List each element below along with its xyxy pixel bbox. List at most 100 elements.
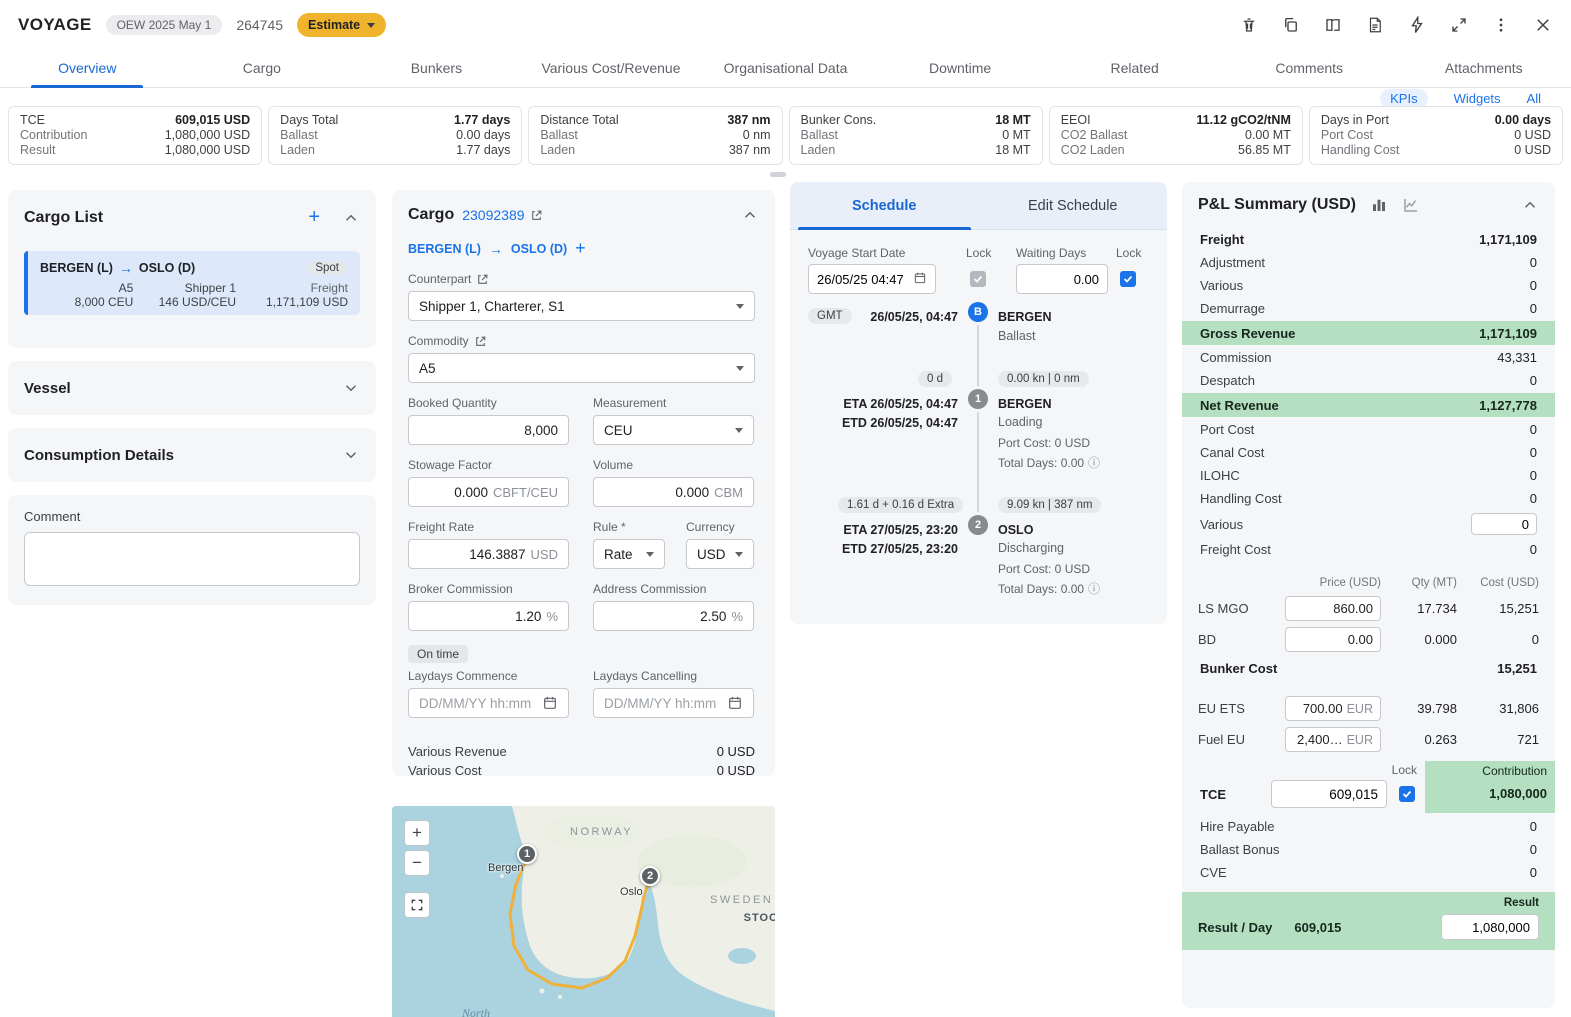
tab-edit-schedule[interactable]: Edit Schedule bbox=[979, 182, 1168, 229]
route-load-link[interactable]: BERGEN (L) bbox=[408, 242, 481, 256]
commodity-select[interactable]: A5 bbox=[408, 353, 755, 383]
kpi-label: Contribution bbox=[20, 128, 87, 143]
tab-schedule[interactable]: Schedule bbox=[790, 182, 979, 229]
bunker-col-cost: Cost (USD) bbox=[1457, 577, 1539, 589]
rule-select[interactable]: Rate bbox=[593, 539, 665, 569]
add-cargo-button[interactable]: + bbox=[308, 206, 320, 229]
calendar-icon[interactable] bbox=[542, 695, 558, 711]
calendar-icon[interactable] bbox=[727, 695, 743, 711]
measurement-select[interactable]: CEU bbox=[593, 415, 754, 445]
tce-input[interactable] bbox=[1271, 780, 1387, 808]
eu-price-input[interactable]: 700.00EUR bbox=[1285, 696, 1381, 721]
volume-input[interactable]: 0.000CBM bbox=[593, 477, 754, 507]
close-icon[interactable] bbox=[1533, 15, 1553, 35]
waiting-days-input[interactable] bbox=[1016, 264, 1108, 294]
laydays-cancelling-input[interactable]: DD/MM/YY hh:mm bbox=[593, 688, 754, 718]
currency-select[interactable]: USD bbox=[686, 539, 754, 569]
freight-rate-input[interactable]: 146.3887USD bbox=[408, 539, 569, 569]
waiting-days-value[interactable] bbox=[1025, 272, 1099, 287]
tab-cargo[interactable]: Cargo bbox=[175, 48, 350, 87]
bunker-price-input[interactable]: 0.00 bbox=[1285, 627, 1381, 652]
map-fullscreen-button[interactable] bbox=[404, 892, 430, 918]
external-link-icon[interactable] bbox=[476, 273, 489, 286]
more-icon[interactable] bbox=[1491, 15, 1511, 35]
commodity-label: Commodity bbox=[408, 334, 469, 348]
tab-downtime[interactable]: Downtime bbox=[873, 48, 1048, 87]
calendar-icon[interactable] bbox=[913, 271, 927, 287]
info-icon[interactable]: ⓘ bbox=[1088, 582, 1100, 596]
chevron-down-icon[interactable] bbox=[342, 446, 360, 464]
bunker-cost-label: Bunker Cost bbox=[1200, 661, 1277, 676]
comment-textarea[interactable] bbox=[24, 532, 360, 586]
pnl-row-value: 0 bbox=[1530, 373, 1537, 388]
cargo-list-item[interactable]: BERGEN (L) → OSLO (D) Spot A5 Shipper 1 … bbox=[24, 251, 360, 315]
link-widgets[interactable]: Widgets bbox=[1454, 91, 1501, 106]
chevron-up-icon[interactable] bbox=[1521, 196, 1539, 214]
laydays-commence-input[interactable]: DD/MM/YY hh:mm bbox=[408, 688, 569, 718]
map-zoom-out-button[interactable]: − bbox=[404, 850, 430, 876]
lock-label: Lock bbox=[966, 246, 991, 260]
link-all[interactable]: All bbox=[1527, 91, 1541, 106]
address-commission-input[interactable]: 2.50% bbox=[593, 601, 754, 631]
stowage-factor-input[interactable]: 0.000CBFT/CEU bbox=[408, 477, 569, 507]
tce-value[interactable] bbox=[1271, 780, 1387, 808]
tce-lock-checkbox[interactable] bbox=[1399, 786, 1415, 802]
broker-commission-input[interactable]: 1.20% bbox=[408, 601, 569, 631]
tab-various-cost-revenue[interactable]: Various Cost/Revenue bbox=[524, 48, 699, 87]
tab-related[interactable]: Related bbox=[1047, 48, 1222, 87]
chevron-up-icon[interactable] bbox=[342, 209, 360, 227]
book-icon[interactable] bbox=[1323, 15, 1343, 35]
result-total-input[interactable] bbox=[1441, 914, 1539, 940]
tab-overview[interactable]: Overview bbox=[0, 48, 175, 87]
line-chart-icon[interactable] bbox=[1402, 196, 1420, 214]
flash-icon[interactable] bbox=[1407, 15, 1427, 35]
vessel-panel[interactable]: Vessel bbox=[8, 361, 376, 415]
map-marker-2[interactable]: 2 bbox=[640, 866, 660, 886]
waiting-days-lock-checkbox[interactable] bbox=[1120, 271, 1136, 287]
consumption-details-panel[interactable]: Consumption Details bbox=[8, 428, 376, 482]
stowage-factor-value: 0.000 bbox=[454, 485, 488, 500]
tab-attachments[interactable]: Attachments bbox=[1397, 48, 1571, 87]
voyage-start-date-value[interactable] bbox=[817, 272, 913, 287]
route-map[interactable]: NORWAY SWEDEN STOC North Bergen Oslo 1 2… bbox=[392, 806, 775, 1017]
tab-comments[interactable]: Comments bbox=[1222, 48, 1397, 87]
info-icon[interactable]: ⓘ bbox=[1088, 456, 1100, 470]
cargo-id-link[interactable]: 23092389 bbox=[462, 207, 524, 223]
external-link-icon[interactable] bbox=[474, 335, 487, 348]
chevron-down-icon[interactable] bbox=[342, 379, 360, 397]
external-link-icon[interactable] bbox=[530, 209, 543, 222]
cargo-quantity: 8,000 CEU bbox=[40, 295, 133, 309]
map-marker-1[interactable]: 1 bbox=[517, 844, 537, 864]
booked-quantity-input[interactable]: 8,000 bbox=[408, 415, 569, 445]
voyage-start-lock-checkbox[interactable] bbox=[970, 271, 986, 287]
tab-organisational-data[interactable]: Organisational Data bbox=[698, 48, 873, 87]
chevron-up-icon[interactable] bbox=[741, 206, 759, 224]
cargo-commodity: A5 bbox=[40, 281, 133, 295]
expand-icon[interactable] bbox=[1449, 15, 1469, 35]
pnl-row-label: Net Revenue bbox=[1200, 398, 1279, 413]
kpi-value: 1.77 days bbox=[456, 143, 510, 158]
add-port-button[interactable]: + bbox=[575, 238, 586, 259]
spot-badge: Spot bbox=[306, 261, 348, 275]
tab-bunkers[interactable]: Bunkers bbox=[349, 48, 524, 87]
map-zoom-in-button[interactable]: + bbox=[404, 820, 430, 846]
delete-icon[interactable] bbox=[1239, 15, 1259, 35]
kpi-label: CO2 Laden bbox=[1061, 143, 1125, 158]
bunker-price-input[interactable]: 860.00 bbox=[1285, 596, 1381, 621]
eu-price-input[interactable]: 2,400…EUR bbox=[1285, 727, 1381, 752]
splitter-handle[interactable] bbox=[770, 172, 786, 177]
consumption-panel-title: Consumption Details bbox=[24, 447, 174, 464]
route-discharge-link[interactable]: OSLO (D) bbox=[511, 242, 567, 256]
copy-icon[interactable] bbox=[1281, 15, 1301, 35]
estimate-button-label: Estimate bbox=[308, 18, 360, 32]
voyage-start-date-input[interactable] bbox=[808, 264, 936, 294]
bar-chart-icon[interactable] bbox=[1370, 196, 1388, 214]
pnl-various-input[interactable] bbox=[1471, 513, 1537, 535]
tce-label: TCE bbox=[1200, 787, 1226, 802]
counterpart-select[interactable]: Shipper 1, Charterer, S1 bbox=[408, 291, 755, 321]
estimate-button[interactable]: Estimate bbox=[297, 13, 386, 37]
kpi-card-bunker-cons: Bunker Cons.18 MT Ballast0 MT Laden18 MT bbox=[789, 106, 1043, 165]
kpi-label: Handling Cost bbox=[1321, 143, 1400, 158]
pdf-icon[interactable] bbox=[1365, 15, 1385, 35]
schedule-tab-bar: Schedule Edit Schedule bbox=[790, 182, 1167, 230]
